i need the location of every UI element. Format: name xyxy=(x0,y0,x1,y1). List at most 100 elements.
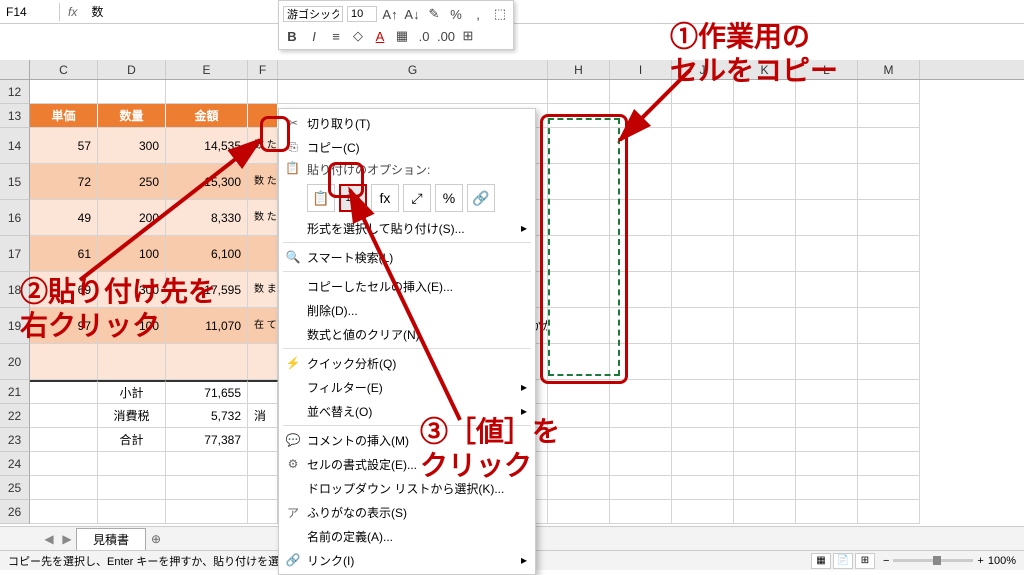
cell[interactable] xyxy=(734,80,796,104)
menu-dropdown-list[interactable]: ドロップダウン リストから選択(K)... xyxy=(279,476,535,500)
cell[interactable] xyxy=(796,476,858,500)
sheet-tab-active[interactable]: 見積書 xyxy=(76,528,146,550)
cell[interactable] xyxy=(166,344,248,380)
cell[interactable] xyxy=(610,128,672,164)
cell[interactable]: 100 xyxy=(98,236,166,272)
cell[interactable] xyxy=(796,200,858,236)
cell[interactable] xyxy=(672,452,734,476)
col-E[interactable]: E xyxy=(166,60,248,79)
row-21[interactable]: 21 xyxy=(0,380,30,404)
cell[interactable] xyxy=(548,452,610,476)
row-20[interactable]: 20 xyxy=(0,344,30,380)
col-H[interactable]: H xyxy=(548,60,610,79)
row-18[interactable]: 18 xyxy=(0,272,30,308)
cell[interactable]: 200 xyxy=(98,200,166,236)
col-I[interactable]: I xyxy=(610,60,672,79)
border-icon[interactable]: ▦ xyxy=(393,27,411,45)
cell[interactable] xyxy=(610,500,672,524)
menu-clear[interactable]: 数式と値のクリア(N) xyxy=(279,322,535,346)
menu-quick-analysis[interactable]: ⚡クイック分析(Q) xyxy=(279,351,535,375)
cell[interactable] xyxy=(672,200,734,236)
cell[interactable] xyxy=(30,476,98,500)
cell[interactable]: 8,330 xyxy=(166,200,248,236)
cell[interactable]: 57 xyxy=(30,128,98,164)
cell[interactable]: 17,595 xyxy=(166,272,248,308)
add-sheet-button[interactable]: ⊕ xyxy=(146,532,166,546)
cell[interactable]: 数 た xyxy=(248,128,278,164)
paste-formatting[interactable]: % xyxy=(435,184,463,212)
cell[interactable] xyxy=(672,344,734,380)
view-page-layout[interactable]: 📄 xyxy=(833,553,853,569)
cell[interactable] xyxy=(796,272,858,308)
cell[interactable] xyxy=(734,404,796,428)
cell[interactable] xyxy=(858,272,920,308)
cell[interactable] xyxy=(248,344,278,380)
cell[interactable] xyxy=(30,380,98,404)
cell[interactable] xyxy=(248,80,278,104)
cell[interactable]: 61 xyxy=(30,236,98,272)
merge-icon[interactable]: ⊞ xyxy=(459,27,477,45)
cell[interactable] xyxy=(734,164,796,200)
row-23[interactable]: 23 xyxy=(0,428,30,452)
cell[interactable] xyxy=(166,452,248,476)
subtotal-label[interactable]: 小計 xyxy=(98,380,166,404)
cell[interactable] xyxy=(30,80,98,104)
cell[interactable]: 在 て xyxy=(248,308,278,344)
cell[interactable] xyxy=(548,428,610,452)
col-J[interactable]: J xyxy=(672,60,734,79)
cell[interactable] xyxy=(610,476,672,500)
name-box[interactable]: F14 xyxy=(0,3,60,21)
cell[interactable]: 250 xyxy=(98,164,166,200)
menu-link[interactable]: 🔗リンク(I)▸ xyxy=(279,548,535,572)
cell[interactable] xyxy=(734,104,796,128)
cell[interactable] xyxy=(548,272,610,308)
decimal-dec-icon[interactable]: .00 xyxy=(437,27,455,45)
cell[interactable] xyxy=(796,500,858,524)
cell[interactable] xyxy=(858,80,920,104)
header-qty[interactable]: 数量 xyxy=(98,104,166,128)
cell[interactable] xyxy=(548,404,610,428)
col-C[interactable]: C xyxy=(30,60,98,79)
cell[interactable] xyxy=(610,272,672,308)
cell[interactable] xyxy=(610,308,672,344)
fill-color-icon[interactable]: ◇ xyxy=(349,27,367,45)
cell[interactable]: 49 xyxy=(30,200,98,236)
cell[interactable]: 97 xyxy=(30,308,98,344)
formula-input[interactable]: 数 xyxy=(85,1,1024,22)
cell[interactable] xyxy=(858,308,920,344)
col-L[interactable]: L xyxy=(796,60,858,79)
cell[interactable] xyxy=(734,344,796,380)
cell[interactable]: 6,100 xyxy=(166,236,248,272)
cell[interactable] xyxy=(858,476,920,500)
row-12[interactable]: 12 xyxy=(0,80,30,104)
decimal-inc-icon[interactable]: .0 xyxy=(415,27,433,45)
cell[interactable] xyxy=(548,80,610,104)
cell[interactable] xyxy=(796,380,858,404)
cell[interactable] xyxy=(734,380,796,404)
cell[interactable]: 300 xyxy=(98,272,166,308)
cell[interactable] xyxy=(30,428,98,452)
cell[interactable]: 14,535 xyxy=(166,128,248,164)
col-G[interactable]: G xyxy=(278,60,548,79)
zoom-in[interactable]: + xyxy=(977,555,983,567)
cell[interactable] xyxy=(248,476,278,500)
cell[interactable] xyxy=(548,380,610,404)
cell[interactable] xyxy=(796,452,858,476)
row-26[interactable]: 26 xyxy=(0,500,30,524)
cell[interactable] xyxy=(858,452,920,476)
tab-nav-prev[interactable]: ◀ xyxy=(40,532,58,546)
cell[interactable] xyxy=(734,428,796,452)
total-label[interactable]: 合計 xyxy=(98,428,166,452)
cell[interactable] xyxy=(796,428,858,452)
cell[interactable] xyxy=(858,104,920,128)
font-size-select[interactable] xyxy=(347,6,377,22)
cell[interactable] xyxy=(672,236,734,272)
cell[interactable]: 300 xyxy=(98,128,166,164)
cell[interactable] xyxy=(166,476,248,500)
cell[interactable] xyxy=(672,80,734,104)
cell[interactable] xyxy=(248,500,278,524)
cell[interactable] xyxy=(796,308,858,344)
tax-value[interactable]: 5,732 xyxy=(166,404,248,428)
paste-formulas[interactable]: fx xyxy=(371,184,399,212)
cell[interactable] xyxy=(548,344,610,380)
